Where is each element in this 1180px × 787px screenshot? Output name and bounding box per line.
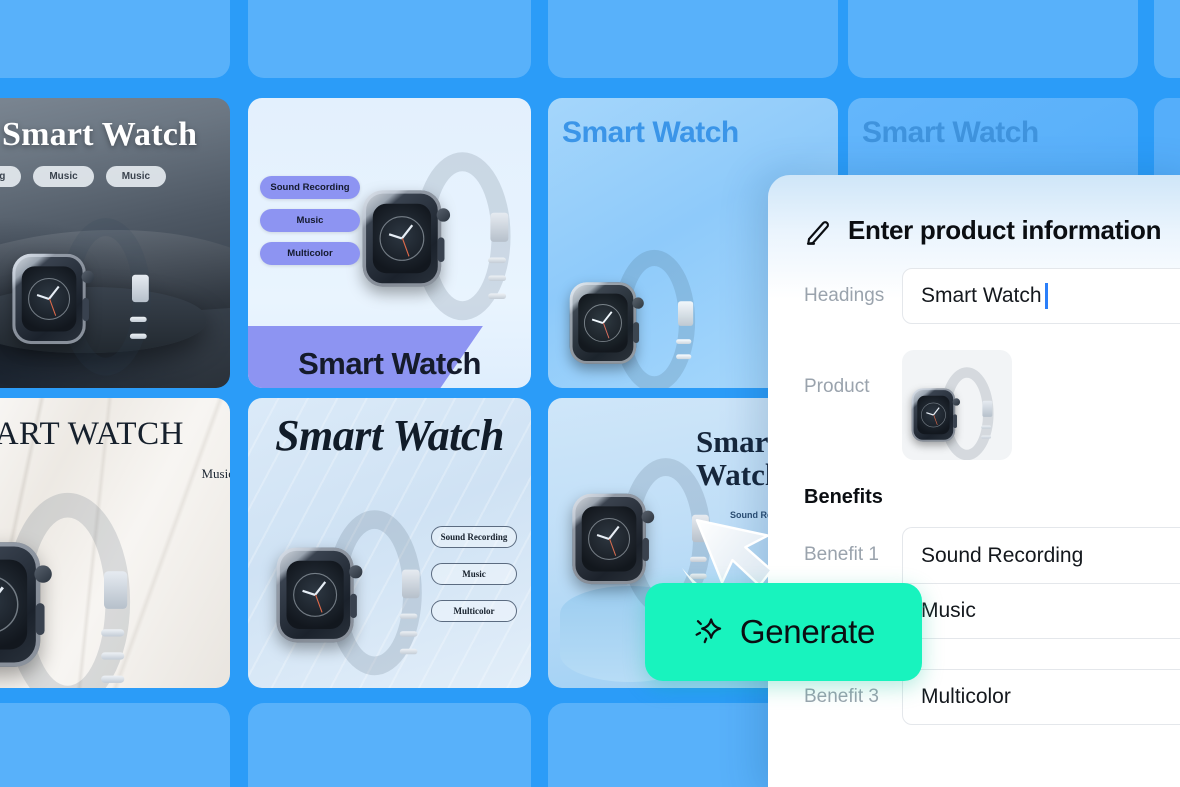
gallery-placeholder-card[interactable] [848, 0, 1138, 78]
app-canvas: Smart Watch Sound Recording Music Music [0, 0, 1180, 787]
card-badge: Music [33, 166, 94, 187]
product-label: Product [804, 376, 870, 397]
gallery-placeholder-card[interactable] [1154, 0, 1180, 78]
gallery-placeholder-card[interactable] [0, 703, 230, 787]
headings-input[interactable]: Smart Watch [902, 268, 1180, 324]
card-badge-list: Sound Recording Music [0, 466, 231, 482]
product-row: Product [768, 350, 1180, 460]
card-title-line1: Smart [696, 424, 779, 459]
headings-row: Headings Smart Watch [768, 268, 1180, 324]
card-title: Smart Watch [562, 116, 739, 149]
benefit-1-input[interactable]: Sound Recording [902, 527, 1180, 583]
text-caret [1044, 283, 1048, 309]
headings-value: Smart Watch [921, 284, 1042, 307]
panel-title: Enter product information [848, 215, 1162, 245]
benefits-section-title: Benefits [804, 486, 883, 508]
benefit-1-value: Sound Recording [921, 543, 1084, 567]
gallery-placeholder-card[interactable] [548, 0, 838, 78]
benefit-3-value: Multicolor [921, 685, 1011, 708]
card-title: Smart Watch [2, 116, 198, 153]
generate-button[interactable]: Generate [645, 583, 922, 681]
benefit-row: Benefit 1 Sound Recording [768, 527, 1180, 583]
gallery-card-light-blue[interactable]: Sound Recording Music Multicolor Smart W… [248, 98, 531, 388]
benefit-3-input[interactable]: Multicolor [902, 669, 1180, 725]
card-title: Smart Watch [275, 411, 504, 460]
card-title: Smart Watch [862, 116, 1039, 149]
card-badge: Multicolor [431, 600, 517, 622]
benefit-2-value: Music [921, 599, 976, 622]
card-title: SMART WATCH [0, 416, 184, 452]
gallery-placeholder-card[interactable] [248, 703, 531, 787]
gallery-placeholder-card[interactable] [248, 0, 531, 78]
card-badge: Sound Recording [260, 176, 360, 199]
gallery-card-italic-serif[interactable]: Smart Watch Sound Recording Music Multic… [248, 398, 531, 688]
card-badge: Sound Recording [0, 166, 22, 187]
card-badge: Sound Recording [431, 526, 517, 548]
product-information-panel: Enter product information Headings Smart… [768, 175, 1180, 787]
card-badge-list: Sound Recording Music Music [0, 166, 167, 187]
card-badge: Music [201, 466, 231, 481]
card-badge-list: Sound Recording Music Multicolor [260, 176, 360, 265]
sparkle-icon [695, 618, 722, 644]
panel-header: Enter product information [768, 175, 1180, 246]
generate-button-wrapper: Generate [645, 583, 922, 681]
gallery-card-marble[interactable]: SMART WATCH Sound Recording Music [0, 398, 230, 688]
card-badge-list: Sound Recording Music Multicolor [431, 526, 517, 622]
gallery-placeholder-card[interactable] [0, 0, 230, 78]
card-badge: Music [431, 563, 517, 585]
benefit-3-label: Benefit 3 [804, 686, 879, 707]
headings-label: Headings [804, 285, 885, 306]
pencil-icon [806, 220, 829, 245]
gallery-card-dark-desert[interactable]: Smart Watch Sound Recording Music Music [0, 98, 230, 388]
card-badge: Music [105, 166, 167, 187]
card-badge: Multicolor [260, 242, 360, 265]
card-badge: Music [260, 209, 360, 232]
card-title: Smart Watch [298, 346, 481, 381]
product-thumbnail[interactable] [902, 350, 1012, 460]
benefit-1-label: Benefit 1 [804, 544, 879, 565]
generate-button-label: Generate [739, 613, 876, 650]
benefit-2-input[interactable]: Music [902, 583, 1180, 639]
